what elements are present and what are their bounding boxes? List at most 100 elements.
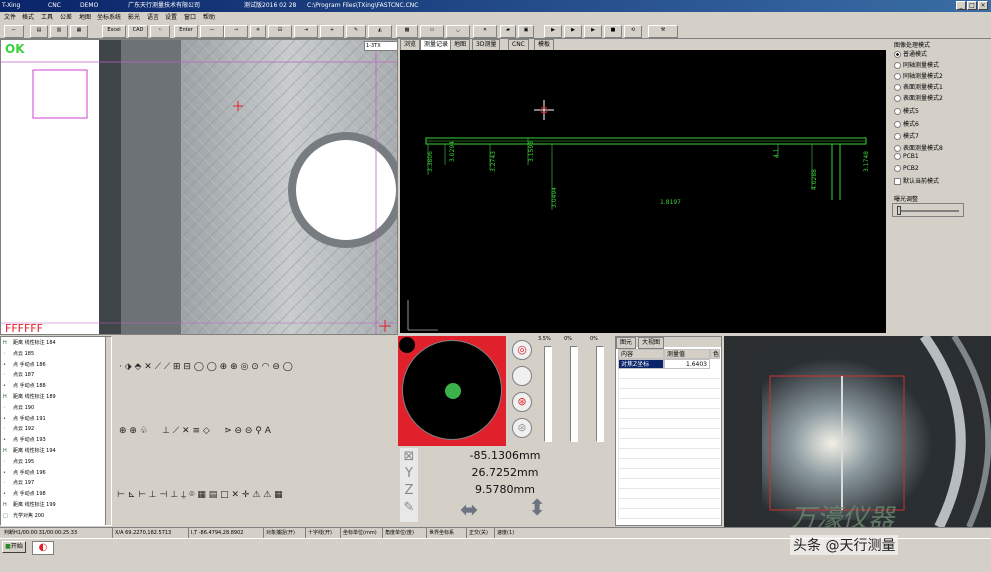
menu-language[interactable]: 语言 (147, 12, 159, 23)
tree-item[interactable]: • 点 手动点 188 (3, 382, 46, 391)
tray-icon[interactable]: ◡ (446, 25, 470, 38)
grid-icon[interactable]: ▩ (396, 25, 418, 38)
step-icon[interactable]: ▶ (564, 25, 582, 38)
mode-option[interactable]: 表面测量模式8 (894, 143, 943, 152)
reset-icon[interactable]: ⟲ (624, 25, 642, 38)
menu-map[interactable]: 地图 (79, 12, 91, 23)
zoom-icon[interactable]: ⊟ (268, 25, 292, 38)
target-icon[interactable]: ◎ (512, 340, 532, 360)
arrow-box-icon[interactable]: ⇥ (294, 25, 318, 38)
save-folder-icon[interactable]: ▣ (518, 25, 534, 38)
print-icon[interactable]: ▦ (70, 25, 88, 38)
tree-item-label: 距离 线性标注 189 (13, 394, 56, 400)
tree-item[interactable]: • 点 手动点 191 (3, 415, 46, 424)
mode-option[interactable]: 模式6 (894, 119, 919, 128)
menu-tolerance[interactable]: 公差 (60, 12, 72, 23)
default-mode-checkbox[interactable]: 默认当前模式 (894, 176, 939, 185)
mode-option[interactable]: 普通模式 (894, 49, 927, 58)
record-icon[interactable]: ▶ (584, 25, 602, 38)
mode-option[interactable]: 表面测量模式1 (894, 82, 943, 91)
mode-option[interactable]: PCB1 (894, 153, 919, 160)
tree-scrollbar[interactable] (105, 337, 111, 525)
light-slider[interactable] (596, 346, 604, 442)
plus-icon[interactable]: + (320, 25, 344, 38)
mode-option[interactable]: 表面测量模式2 (894, 93, 943, 102)
hand-icon[interactable]: ☜ (150, 25, 170, 38)
stop-icon[interactable]: ■ (604, 25, 622, 38)
cad-button[interactable]: CAD (128, 25, 148, 38)
tree-item[interactable]: • 点 手动点 198 (3, 490, 46, 499)
tree-item[interactable]: ◦ 点云 187 (3, 371, 34, 380)
tree-item[interactable]: □ 光学对焦 200 (3, 512, 44, 521)
light-slider[interactable] (544, 346, 552, 442)
mode-option[interactable]: PCB2 (894, 165, 919, 172)
menu-window[interactable]: 窗口 (184, 12, 196, 23)
feature-tree[interactable]: H 距离 线性标注 184 ◦ 点云 185 • 点 手动点 186 ◦ 点云 187 • 点 手… (0, 336, 112, 526)
tree-item[interactable]: H 距离 线性标注 194 (3, 447, 56, 456)
camera-view[interactable]: OK FFFFFF 1-3TX (0, 39, 398, 335)
tool-icon[interactable]: ⚒ (648, 25, 678, 38)
tree-item[interactable]: • 点 手动点 193 (3, 436, 46, 445)
xy-move-arrows-icon[interactable]: ⬌ (460, 500, 478, 522)
start-button[interactable]: ■开始 (2, 541, 26, 553)
tree-item[interactable]: • 点 手动点 186 (3, 361, 46, 370)
tree-item[interactable]: ◦ 点云 190 (3, 404, 34, 413)
app-taskbar-icon[interactable]: ◐ (32, 541, 54, 555)
tree-item[interactable]: H 距离 线性标注 199 (3, 501, 56, 510)
z-move-arrows-icon[interactable]: ⬍ (528, 498, 546, 520)
ring-light-icon[interactable]: ⊛ (512, 392, 532, 412)
result-value[interactable]: 1.6403 (664, 359, 710, 369)
excel-button[interactable]: Excel (102, 25, 126, 38)
tab-elements[interactable]: 图元 (616, 337, 637, 349)
tab-large-view[interactable]: 大视图 (638, 337, 665, 349)
graphic-canvas[interactable]: 3.3806 3.0294 3.2743 3.1598 3.0494 1.819… (400, 50, 886, 333)
jog-center-icon[interactable] (445, 383, 461, 399)
menu-coordinate[interactable]: 坐标系统 (97, 12, 121, 23)
circle-tool-icon[interactable]: ⊕ ⊕ ♧ ⊥ ⟋ ✕ ≡ ◇ ⋗ ⊖ ⊝ ⚲ A (119, 426, 271, 436)
menu-file[interactable]: 文件 (4, 12, 16, 23)
dimension-tool-icon[interactable]: ⊢ ⊾ ⊢ ⊥ ⊣ ⊥ ⍊ ⌾ ▦ ▤ □ ✕ ✛ ⚠ ⚠ ▦ (117, 490, 283, 500)
result-name[interactable]: 对焦Z坐标 (618, 359, 664, 369)
mode-option[interactable]: 模式7 (894, 131, 919, 140)
enter-button[interactable]: Enter (174, 25, 198, 38)
line-tool-icon[interactable]: — (200, 25, 224, 38)
light-slider[interactable] (570, 346, 578, 442)
arrow-tool-icon[interactable]: → (224, 25, 248, 38)
play-icon[interactable]: ▶ (544, 25, 562, 38)
tree-item[interactable]: H 距离 线性标注 189 (3, 393, 56, 402)
pen-icon[interactable]: ✎ (346, 25, 366, 38)
menu-help[interactable]: 帮助 (203, 12, 215, 23)
tree-item[interactable]: ◦ 点云 195 (3, 458, 34, 467)
menu-format[interactable]: 格式 (22, 12, 34, 23)
shape-icon[interactable]: ◭ (368, 25, 392, 38)
live-camera[interactable]: 万濠仪器 (724, 336, 991, 527)
tree-item[interactable]: H 距离 线性标注 184 (3, 339, 56, 348)
measure-icon[interactable]: ⌐ (4, 25, 24, 38)
menu-settings[interactable]: 设置 (165, 12, 177, 23)
menu-tools[interactable]: 工具 (41, 12, 53, 23)
exposure-slider[interactable] (892, 203, 964, 217)
maximize-button[interactable]: □ (967, 1, 977, 10)
jog-wheel[interactable] (402, 340, 502, 440)
tree-item[interactable]: ◦ 点云 197 (3, 479, 34, 488)
x-axis-icon[interactable]: ✕ (473, 25, 497, 38)
open-icon[interactable]: ▥ (50, 25, 68, 38)
tree-item[interactable]: ◦ 点云 192 (3, 425, 34, 434)
mode-option[interactable]: 同轴测量模式 (894, 60, 939, 69)
slider-thumb[interactable] (897, 206, 901, 215)
mode-option[interactable]: 模式5 (894, 106, 919, 115)
lens-icon[interactable] (512, 366, 532, 386)
close-button[interactable]: × (978, 1, 988, 10)
zoom-select[interactable]: 1-3TX (364, 41, 397, 51)
open-folder-icon[interactable]: ▰ (500, 25, 516, 38)
mode-option[interactable]: 同轴测量模式2 (894, 71, 943, 80)
minimize-button[interactable]: _ (956, 1, 966, 10)
bulb-icon[interactable]: ☀ (250, 25, 266, 38)
point-tool-icon[interactable]: · ⬗ ⬘ ✕ ⟋ ⟋ ⊞ ⊟ ◯ ◯ ⊕ ⊕ ◎ ⊙ ◠ ⊖ ◯ (119, 362, 293, 372)
menu-light[interactable]: 影光 (128, 12, 140, 23)
tree-item[interactable]: ◦ 点云 185 (3, 350, 34, 359)
frame-icon[interactable]: ▭ (420, 25, 444, 38)
save-icon[interactable]: ▤ (30, 25, 48, 38)
tree-item[interactable]: • 点 手动点 196 (3, 469, 46, 478)
coaxial-light-icon[interactable]: ⊛ (512, 418, 532, 438)
